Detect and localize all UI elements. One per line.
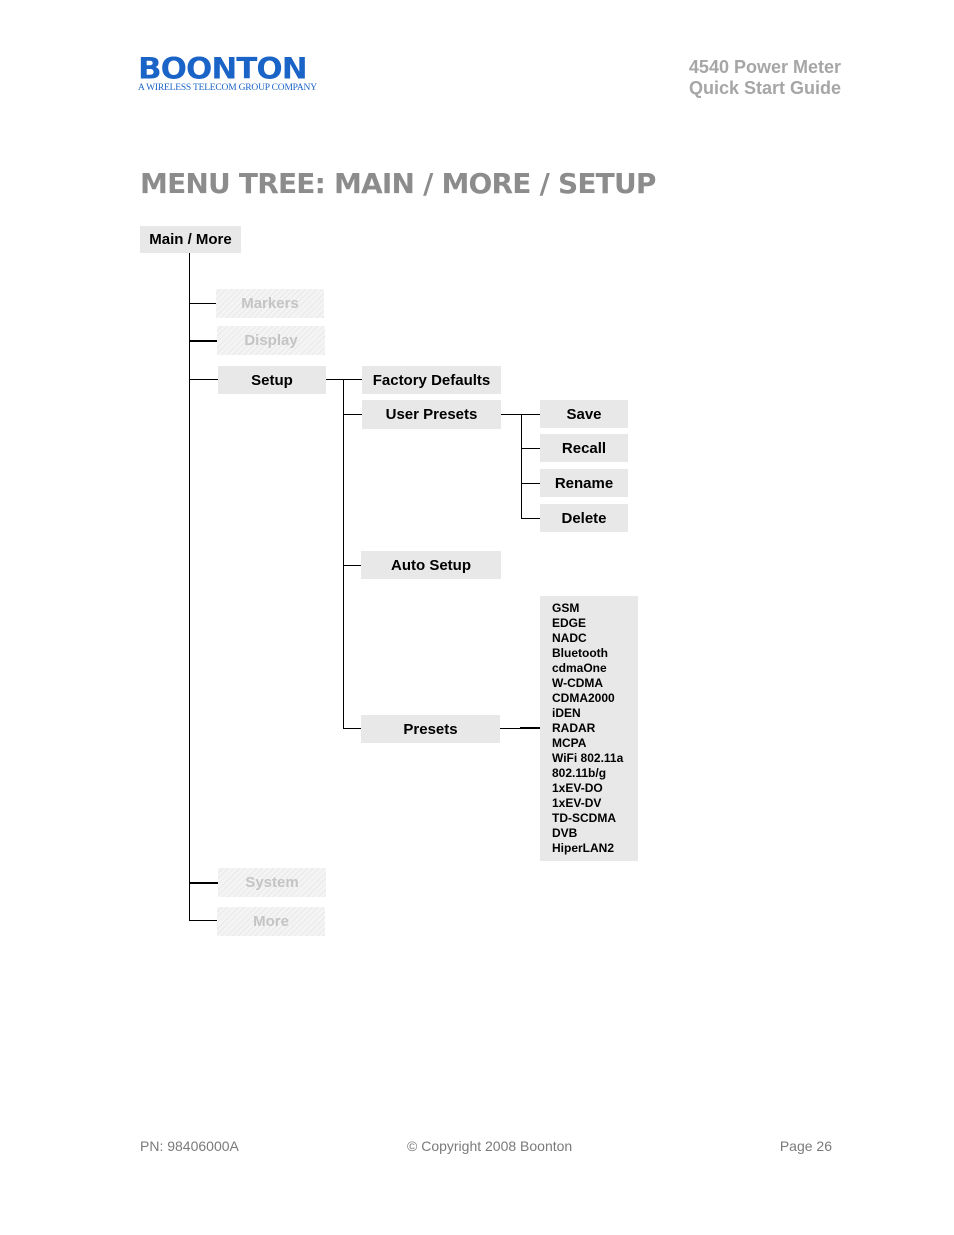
document-title-line2: Quick Start Guide — [688, 78, 841, 98]
preset-item: 802.11b/g — [552, 766, 607, 780]
presets-list: GSM EDGE NADC Bluetooth cdmaOne W-CDMA CDMA200… — [540, 596, 638, 861]
tree-connector — [343, 414, 362, 415]
menu-node-markers: Markers — [216, 289, 324, 318]
tree-connector — [343, 728, 362, 729]
preset-item: DVB — [552, 826, 578, 840]
tree-connector — [343, 379, 344, 729]
menu-node-factory-defaults: Factory Defaults — [362, 366, 501, 394]
preset-item: Bluetooth — [552, 646, 608, 660]
menu-node-display: Display — [217, 326, 325, 355]
menu-node-setup: Setup — [218, 366, 326, 394]
page-number: Page 26 — [779, 1138, 832, 1154]
tree-connector — [326, 379, 362, 380]
document-title-line1: 4540 Power Meter — [688, 57, 841, 77]
preset-item: MCPA — [552, 736, 587, 750]
preset-item: 1xEV-DV — [552, 796, 602, 810]
preset-item: HiperLAN2 — [552, 841, 615, 855]
tree-connector — [520, 727, 541, 729]
tree-connector — [189, 379, 218, 380]
preset-item: RADAR — [552, 721, 596, 735]
preset-item: GSM — [552, 601, 580, 615]
logo-tagline: A WIRELESS TELECOM GROUP COMPANY — [138, 83, 317, 93]
copyright: © Copyright 2008 Boonton — [407, 1138, 573, 1154]
boonton-logo: BOONTON — [138, 52, 308, 87]
tree-connector — [521, 414, 522, 518]
part-number: PN: 98406000A — [140, 1138, 239, 1154]
menu-node-user-presets: User Presets — [362, 400, 501, 429]
preset-item: TD-SCDMA — [552, 811, 616, 825]
preset-item: NADC — [552, 631, 587, 645]
preset-item: iDEN — [552, 706, 581, 720]
menu-node-more: More — [217, 907, 325, 936]
tree-connector — [521, 518, 540, 519]
tree-connector — [521, 483, 540, 484]
preset-item: 1xEV-DO — [552, 781, 603, 795]
tree-connector — [189, 340, 217, 342]
menu-node-delete: Delete — [540, 504, 628, 532]
preset-item: WiFi 802.11a — [552, 751, 624, 765]
document-title: 4540 Power Meter Quick Start Guide — [689, 57, 841, 99]
menu-node-presets: Presets — [361, 715, 500, 743]
tree-connector — [189, 920, 217, 921]
menu-node-rename: Rename — [540, 469, 628, 497]
preset-item: W-CDMA — [552, 676, 604, 690]
tree-connector — [521, 448, 540, 449]
tree-connector — [343, 565, 362, 566]
tree-connector — [189, 253, 190, 921]
tree-connector — [500, 728, 520, 729]
preset-item: CDMA2000 — [552, 691, 615, 705]
preset-item: cdmaOne — [552, 661, 607, 675]
menu-node-recall: Recall — [540, 434, 628, 462]
page-title: MENU TREE: MAIN / MORE / SETUP — [140, 167, 656, 200]
tree-connector — [189, 303, 217, 304]
menu-node-system: System — [218, 868, 326, 897]
menu-node-main-more: Main / More — [140, 226, 241, 253]
preset-item: EDGE — [552, 616, 587, 630]
menu-node-save: Save — [540, 400, 628, 428]
tree-connector — [189, 882, 218, 884]
menu-node-auto-setup: Auto Setup — [361, 551, 501, 579]
